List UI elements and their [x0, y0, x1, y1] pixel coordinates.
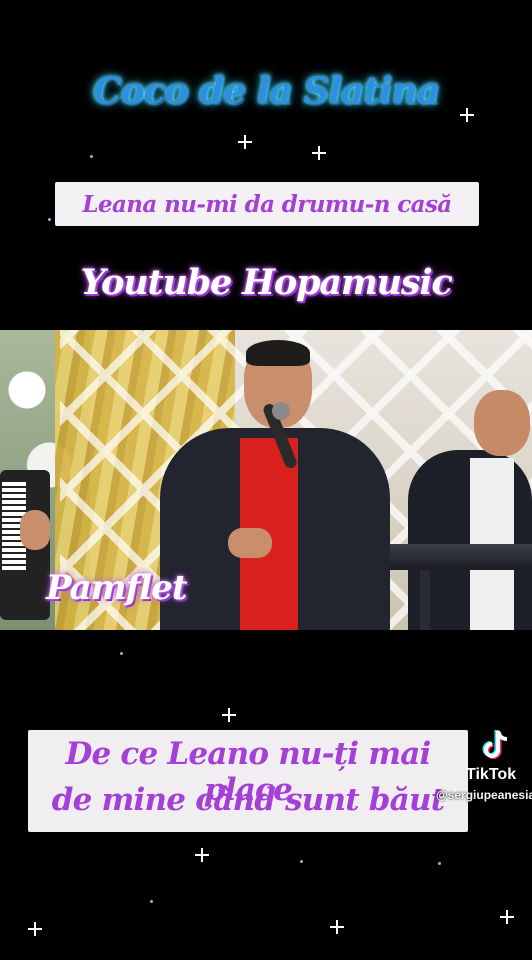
star-dot	[90, 155, 93, 158]
artist-title: Coco de la Slatina	[92, 70, 440, 112]
microphone-head	[272, 402, 290, 420]
song-label-box: Leana nu-mi da drumu-n casă	[55, 182, 479, 226]
sparkle-icon	[312, 146, 326, 160]
video-tag: Pamflet	[46, 568, 188, 608]
star-dot	[150, 900, 153, 903]
caption-box: De ce Leano nu-ți mai place de mine când…	[28, 730, 468, 832]
tiktok-wordmark: TikTok	[466, 766, 517, 783]
singer-hair	[246, 340, 310, 366]
channel-name: Youtube Hopamusic	[80, 262, 452, 303]
sparkle-icon	[500, 910, 514, 924]
keyboardist-head	[474, 390, 530, 456]
star-dot	[120, 652, 123, 655]
tiktok-logo-icon	[482, 730, 508, 759]
sparkle-icon	[238, 135, 252, 149]
sparkle-icon	[28, 922, 42, 936]
sparkle-icon	[330, 920, 344, 934]
tiktok-handle: @sergiupeanesia	[436, 788, 532, 802]
star-dot	[438, 862, 441, 865]
sparkle-icon	[222, 708, 236, 722]
sparkle-icon	[195, 848, 209, 862]
singer-hand	[228, 528, 272, 558]
accordion-player-hand	[20, 510, 50, 550]
star-dot	[48, 218, 51, 221]
star-dot	[300, 860, 303, 863]
song-label: Leana nu-mi da drumu-n casă	[82, 190, 452, 218]
keyboard-stand	[420, 570, 430, 630]
caption-line-2: de mine când sunt băut	[51, 782, 445, 818]
